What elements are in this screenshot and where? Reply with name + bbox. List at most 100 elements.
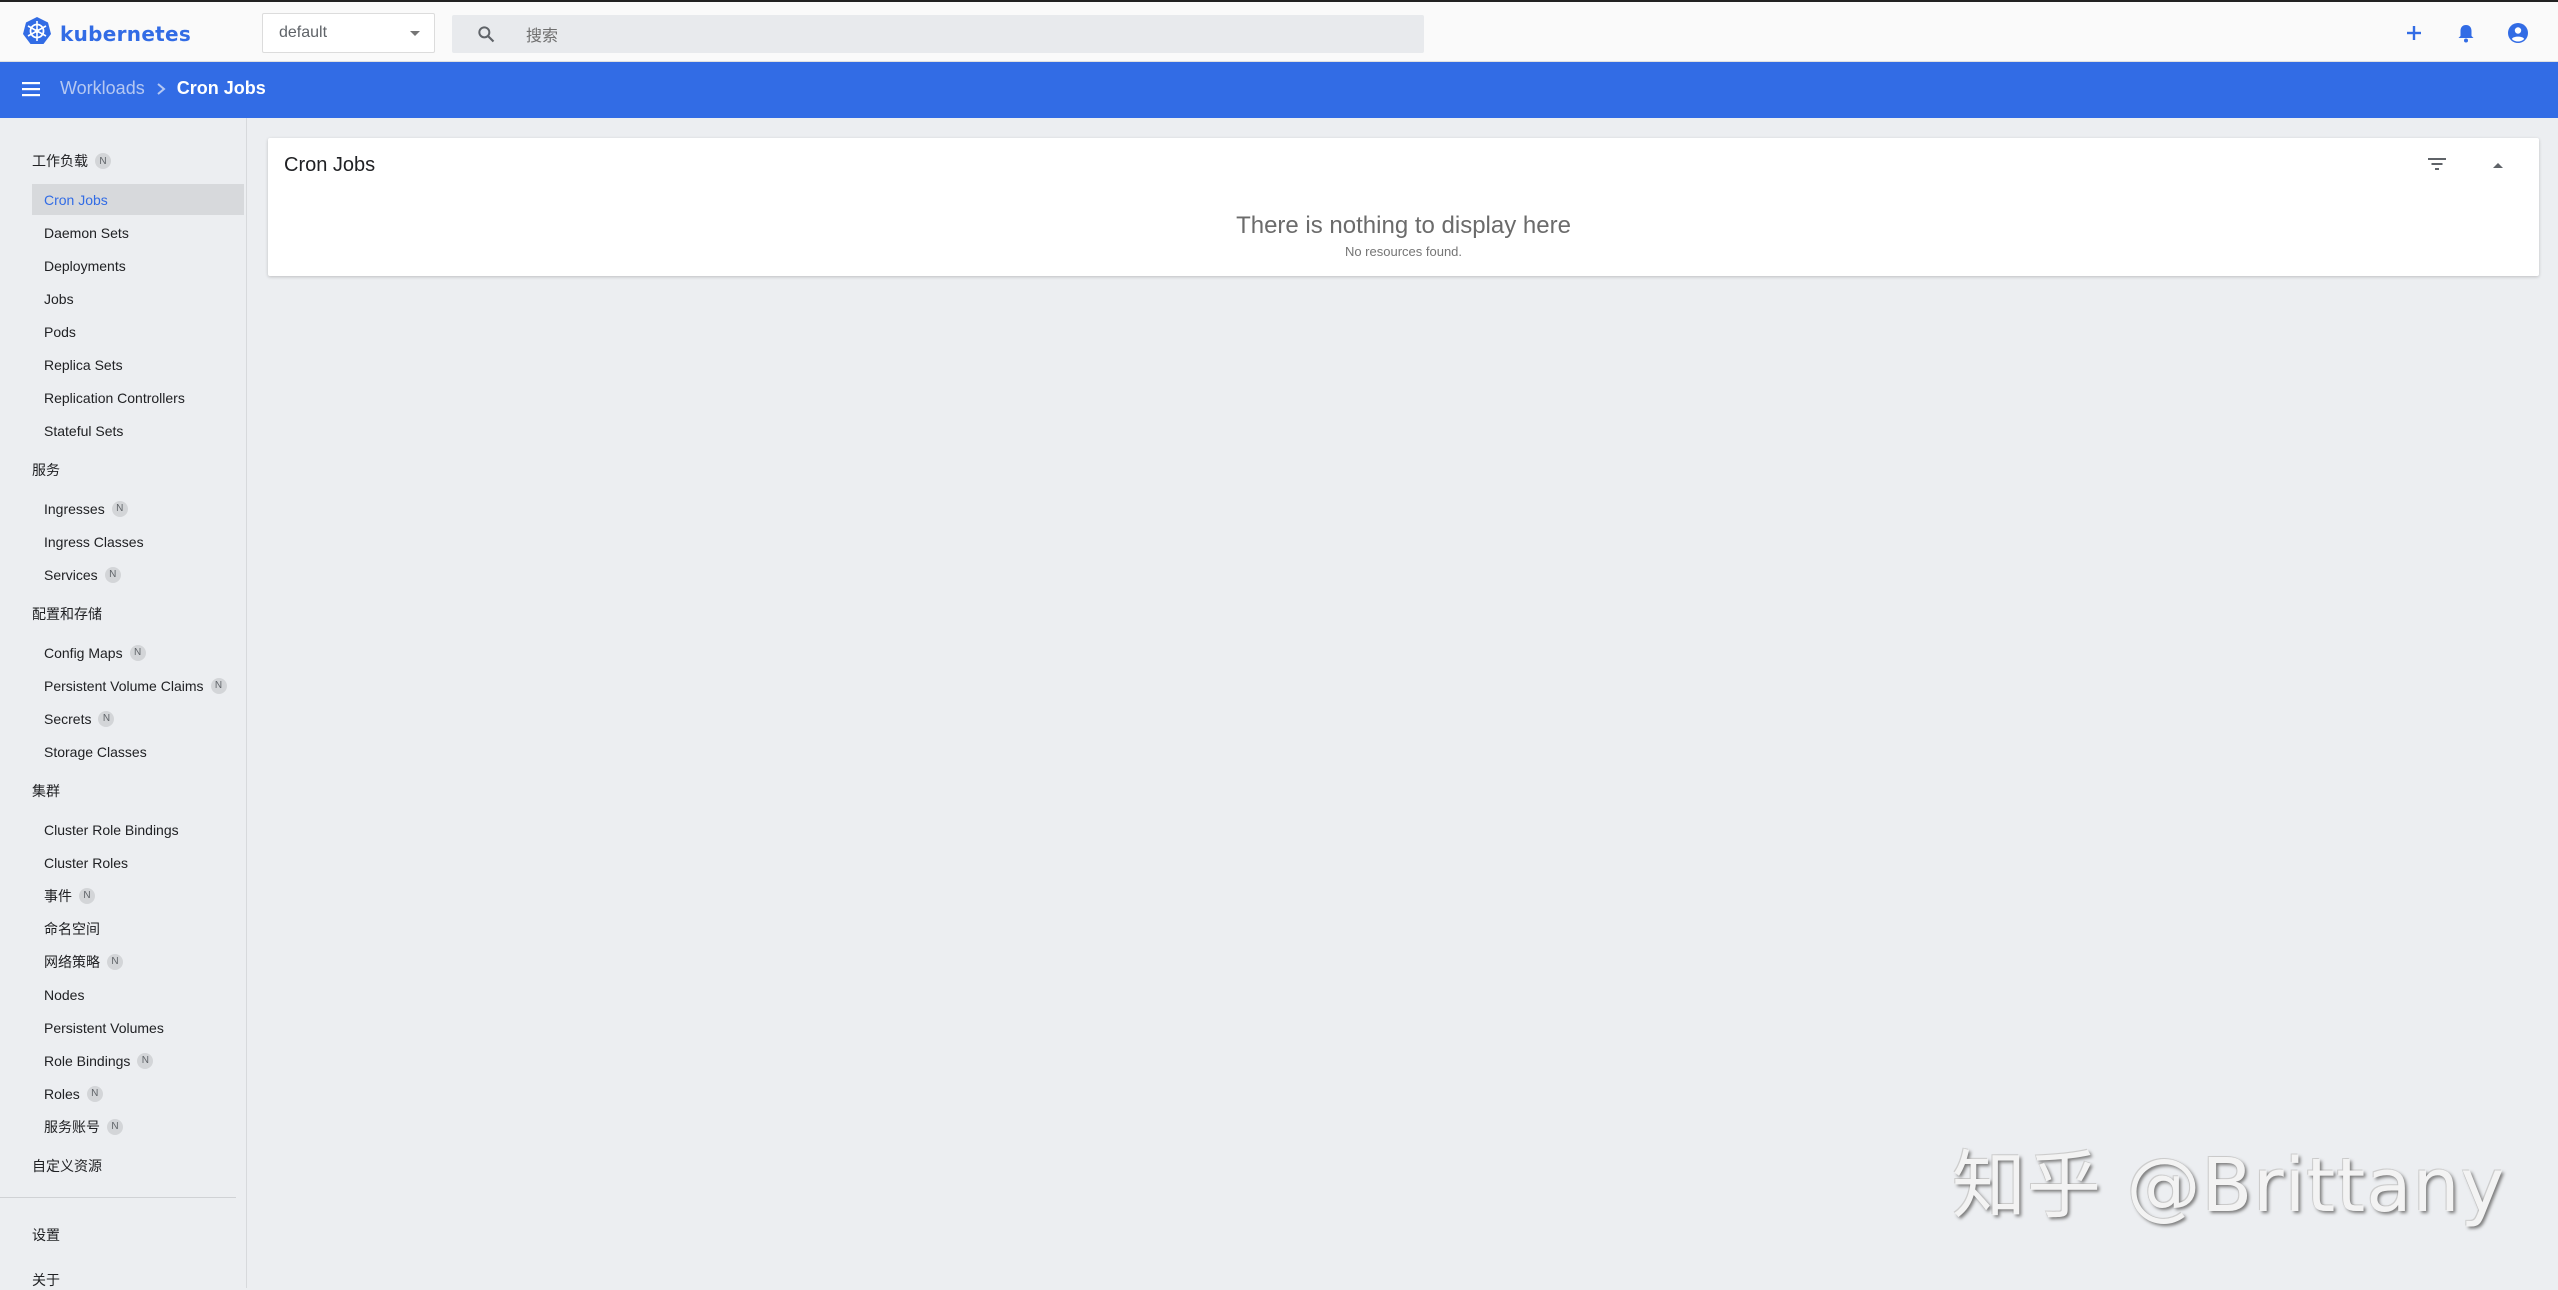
sidebar-item-replica-sets[interactable]: Replica Sets: [32, 349, 244, 380]
hamburger-menu-icon[interactable]: [20, 78, 42, 105]
sidebar-item-label: Roles: [44, 1085, 80, 1102]
sidebar-item-events[interactable]: 事件 N: [32, 880, 244, 911]
namespaced-badge: N: [107, 1118, 123, 1135]
sidebar-item-ingress-classes[interactable]: Ingress Classes: [32, 526, 244, 557]
sidebar-item-label: Secrets: [44, 710, 92, 727]
sidebar-item-label: Jobs: [44, 290, 74, 307]
namespaced-badge: N: [210, 677, 227, 694]
sidebar-item-cluster-role-bindings[interactable]: Cluster Role Bindings: [32, 814, 244, 845]
logo-text: kubernetes: [60, 21, 192, 46]
sidebar-item-pods[interactable]: Pods: [32, 316, 244, 347]
sidebar-item-label: Cron Jobs: [44, 191, 108, 208]
action-bar: Workloads Cron Jobs: [0, 62, 2558, 118]
dropdown-caret-icon: [410, 31, 420, 36]
account-icon[interactable]: [2506, 21, 2530, 45]
kubernetes-logo-icon: [22, 16, 52, 51]
add-icon[interactable]: [2402, 21, 2426, 45]
sidebar-section-config-storage[interactable]: 配置和存储: [32, 604, 102, 624]
sidebar-section-label: 自定义资源: [32, 1158, 102, 1174]
sidebar-item-label: Stateful Sets: [44, 422, 124, 439]
namespace-selector[interactable]: default: [262, 13, 435, 53]
sidebar-item-roles[interactable]: Roles N: [32, 1078, 244, 1109]
sidebar-section-label: 集群: [32, 783, 60, 799]
sidebar-item-services[interactable]: Services N: [32, 559, 244, 590]
sidebar-item-label: 事件: [44, 887, 72, 904]
sidebar-item-label: Ingresses: [44, 500, 105, 517]
sidebar-item-label: Pods: [44, 323, 76, 340]
sidebar-section-settings[interactable]: 设置: [32, 1225, 60, 1245]
sidebar-section-label: 设置: [32, 1227, 60, 1243]
namespaced-badge: N: [137, 1052, 154, 1069]
sidebar-item-cron-jobs[interactable]: Cron Jobs: [32, 184, 244, 215]
namespaced-badge: N: [95, 153, 111, 169]
namespace-value: default: [279, 24, 328, 41]
sidebar-section-cluster[interactable]: 集群: [32, 781, 60, 801]
sidebar-item-daemon-sets[interactable]: Daemon Sets: [32, 217, 244, 248]
sidebar-item-role-bindings[interactable]: Role Bindings N: [32, 1045, 244, 1076]
sidebar-item-storage-classes[interactable]: Storage Classes: [32, 736, 244, 767]
sidebar-section-label: 配置和存储: [32, 606, 102, 622]
chevron-right-icon: [155, 82, 167, 96]
sidebar-item-label: Replication Controllers: [44, 389, 185, 406]
zhihu-watermark: 知乎 @Brittany: [1952, 1143, 2506, 1229]
namespaced-badge: N: [107, 953, 123, 970]
sidebar-item-label: Role Bindings: [44, 1052, 131, 1069]
empty-state-title: There is nothing to display here: [1236, 212, 1571, 239]
sidebar-item-label: Storage Classes: [44, 743, 147, 760]
bell-icon[interactable]: [2454, 21, 2478, 45]
sidebar-item-deployments[interactable]: Deployments: [32, 250, 244, 281]
sidebar-item-label: Config Maps: [44, 644, 123, 661]
breadcrumb: Workloads Cron Jobs: [60, 78, 266, 99]
sidebar-item-label: Persistent Volumes: [44, 1019, 164, 1036]
sidebar-item-cluster-roles[interactable]: Cluster Roles: [32, 847, 244, 878]
sidebar-section-about[interactable]: 关于: [32, 1270, 60, 1290]
sidebar-item-label: Daemon Sets: [44, 224, 129, 241]
sidebar-item-ingresses[interactable]: Ingresses N: [32, 493, 244, 524]
sidebar-item-network-policies[interactable]: 网络策略 N: [32, 946, 244, 977]
namespaced-badge: N: [111, 500, 128, 517]
top-toolbar: kubernetes default: [0, 0, 2558, 62]
sidebar-item-service-accounts[interactable]: 服务账号 N: [32, 1111, 244, 1142]
sidebar-item-config-maps[interactable]: Config Maps N: [32, 637, 244, 668]
sidebar-section-custom-resources[interactable]: 自定义资源: [32, 1156, 102, 1176]
filter-icon[interactable]: [2427, 156, 2447, 177]
breadcrumb-workloads[interactable]: Workloads: [60, 78, 145, 99]
sidebar-section-label: 工作负载: [32, 153, 88, 169]
sidebar-item-label: 命名空间: [44, 920, 100, 937]
sidebar-item-persistent-volume-claims[interactable]: Persistent Volume Claims N: [32, 670, 244, 701]
sidebar-section-label: 服务: [32, 462, 60, 478]
sidebar-item-replication-controllers[interactable]: Replication Controllers: [32, 382, 244, 413]
sidebar-item-namespaces[interactable]: 命名空间: [32, 913, 244, 944]
card-title: Cron Jobs: [284, 154, 376, 176]
search-bar[interactable]: [452, 15, 1424, 53]
sidebar-item-stateful-sets[interactable]: Stateful Sets: [32, 415, 244, 446]
sidebar-item-label: 服务账号: [44, 1118, 100, 1135]
sidebar-item-label: Deployments: [44, 257, 126, 274]
sidebar-divider: [0, 1197, 236, 1198]
sidebar: 工作负载 N Cron Jobs Daemon Sets Deployments…: [0, 118, 247, 1288]
empty-state-subtitle: No resources found.: [1344, 244, 1463, 259]
namespaced-badge: N: [86, 1085, 103, 1102]
sidebar-item-label: Ingress Classes: [44, 533, 144, 550]
cron-jobs-card: Cron Jobs There is nothing to display he…: [268, 138, 2539, 276]
search-icon: [476, 24, 496, 49]
collapse-arrow-icon[interactable]: [2491, 158, 2505, 176]
sidebar-item-nodes[interactable]: Nodes: [32, 979, 244, 1010]
namespaced-badge: N: [104, 566, 121, 583]
sidebar-item-jobs[interactable]: Jobs: [32, 283, 244, 314]
sidebar-item-label: Nodes: [44, 986, 85, 1003]
kubernetes-logo[interactable]: kubernetes: [22, 16, 191, 51]
sidebar-section-label: 关于: [32, 1272, 60, 1288]
sidebar-section-workloads[interactable]: 工作负载 N: [32, 151, 111, 171]
namespaced-badge: N: [98, 710, 115, 727]
sidebar-item-label: Services: [44, 566, 98, 583]
breadcrumb-current: Cron Jobs: [176, 78, 266, 98]
sidebar-item-label: 网络策略: [44, 953, 100, 970]
sidebar-item-secrets[interactable]: Secrets N: [32, 703, 244, 734]
search-input[interactable]: [524, 21, 1408, 49]
sidebar-item-persistent-volumes[interactable]: Persistent Volumes: [32, 1012, 244, 1043]
sidebar-item-label: Replica Sets: [44, 356, 123, 373]
namespaced-badge: N: [129, 644, 146, 661]
sidebar-section-services[interactable]: 服务: [32, 460, 60, 480]
namespaced-badge: N: [79, 887, 95, 904]
